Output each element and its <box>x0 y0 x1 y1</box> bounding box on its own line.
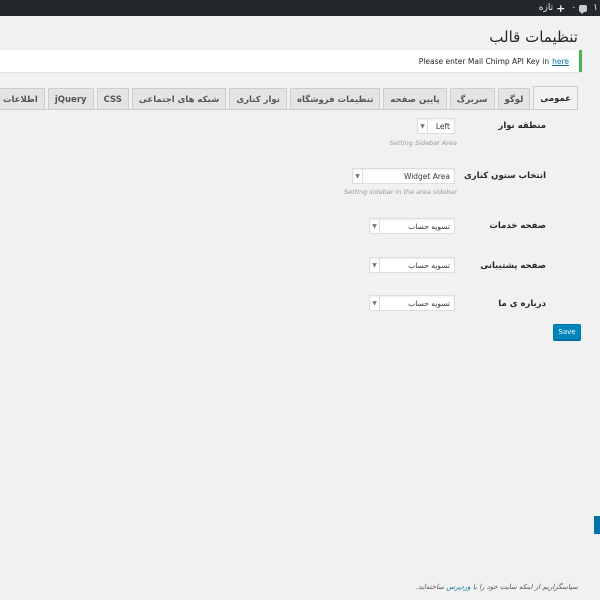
tab-divider <box>0 109 578 110</box>
tab-shop-settings[interactable]: تنظیمات فروشگاه <box>289 88 381 110</box>
chevron-down-icon: ▼ <box>353 169 363 183</box>
tab-logo[interactable]: لوگو <box>497 88 531 110</box>
mailchimp-notice: Please enter Mail Chimp API Key in here <box>0 50 582 72</box>
sidebar-area-value: Left <box>435 121 450 131</box>
side-toggle-handle[interactable] <box>594 516 600 534</box>
new-content-item[interactable]: + تازه <box>539 2 566 15</box>
tab-header[interactable]: سربرگ <box>449 88 495 110</box>
tab-social-networks[interactable]: شبکه های اجتماعی <box>131 88 227 110</box>
admin-bar-right: ۱ ۰ + تازه <box>539 0 600 16</box>
chevron-down-icon: ▼ <box>370 296 380 310</box>
sidebar-column-select[interactable]: Widget Area ▼ <box>352 168 455 184</box>
tab-css[interactable]: CSS <box>96 88 129 110</box>
admin-bar: ۱ ۰ + تازه <box>0 0 600 16</box>
sidebar-column-label: انتخاب ستون کناری <box>463 171 546 181</box>
support-page-value: تسویه حساب <box>408 260 450 270</box>
updates-count[interactable]: ۱ <box>593 3 598 13</box>
services-page-label: صفحه خدمات <box>489 221 546 231</box>
comments-count: ۰ <box>571 3 577 13</box>
tab-footer[interactable]: پایین صفحه <box>383 88 447 110</box>
sidebar-column-value: Widget Area <box>403 171 450 181</box>
save-button[interactable]: Save <box>553 324 581 340</box>
services-page-value: تسویه حساب <box>408 221 450 231</box>
tab-info[interactable]: اطلاعات <box>0 88 45 110</box>
support-page-select[interactable]: تسویه حساب ▼ <box>369 257 455 273</box>
about-page-label: درباره ی ما <box>498 299 546 309</box>
comments-item[interactable]: ۰ <box>571 3 588 14</box>
chevron-down-icon: ▼ <box>418 119 428 133</box>
plus-icon: + <box>556 1 566 15</box>
comment-icon <box>579 4 588 14</box>
tab-jquery[interactable]: jQuery <box>47 88 94 110</box>
services-page-select[interactable]: تسویه حساب ▼ <box>369 218 455 234</box>
tab-general[interactable]: عمومی <box>533 86 578 110</box>
tab-sidebar[interactable]: نوار کناری <box>229 88 287 110</box>
settings-tabs: عمومی لوگو سربرگ پایین صفحه تنظیمات فروش… <box>0 86 578 110</box>
wordpress-link[interactable]: وردپرس <box>446 583 470 591</box>
notice-link[interactable]: here <box>552 57 569 66</box>
new-content-label: تازه <box>538 3 554 13</box>
about-page-select[interactable]: تسویه حساب ▼ <box>369 295 455 311</box>
chevron-down-icon: ▼ <box>370 219 380 233</box>
support-page-label: صفحه پشتیبانی <box>480 261 546 271</box>
about-page-value: تسویه حساب <box>408 298 450 308</box>
sidebar-area-hint: Setting Sidebar Area <box>389 139 457 147</box>
chevron-down-icon: ▼ <box>370 258 380 272</box>
admin-footer: سپاسگزاریم از اینکه سایت خود را با وردپر… <box>416 583 578 591</box>
sidebar-area-label: منطقه نوار <box>498 121 546 131</box>
notice-text: Please enter Mail Chimp API Key in <box>418 56 550 66</box>
page-title: تنظیمات قالب <box>489 28 578 46</box>
footer-text-before: سپاسگزاریم از اینکه سایت خود را با <box>472 583 578 591</box>
footer-text-after: ساخته‌اید. <box>416 583 445 591</box>
sidebar-area-select[interactable]: Left ▼ <box>417 118 455 134</box>
sidebar-column-hint: Setting sidebar in the area sidebar <box>343 188 457 196</box>
